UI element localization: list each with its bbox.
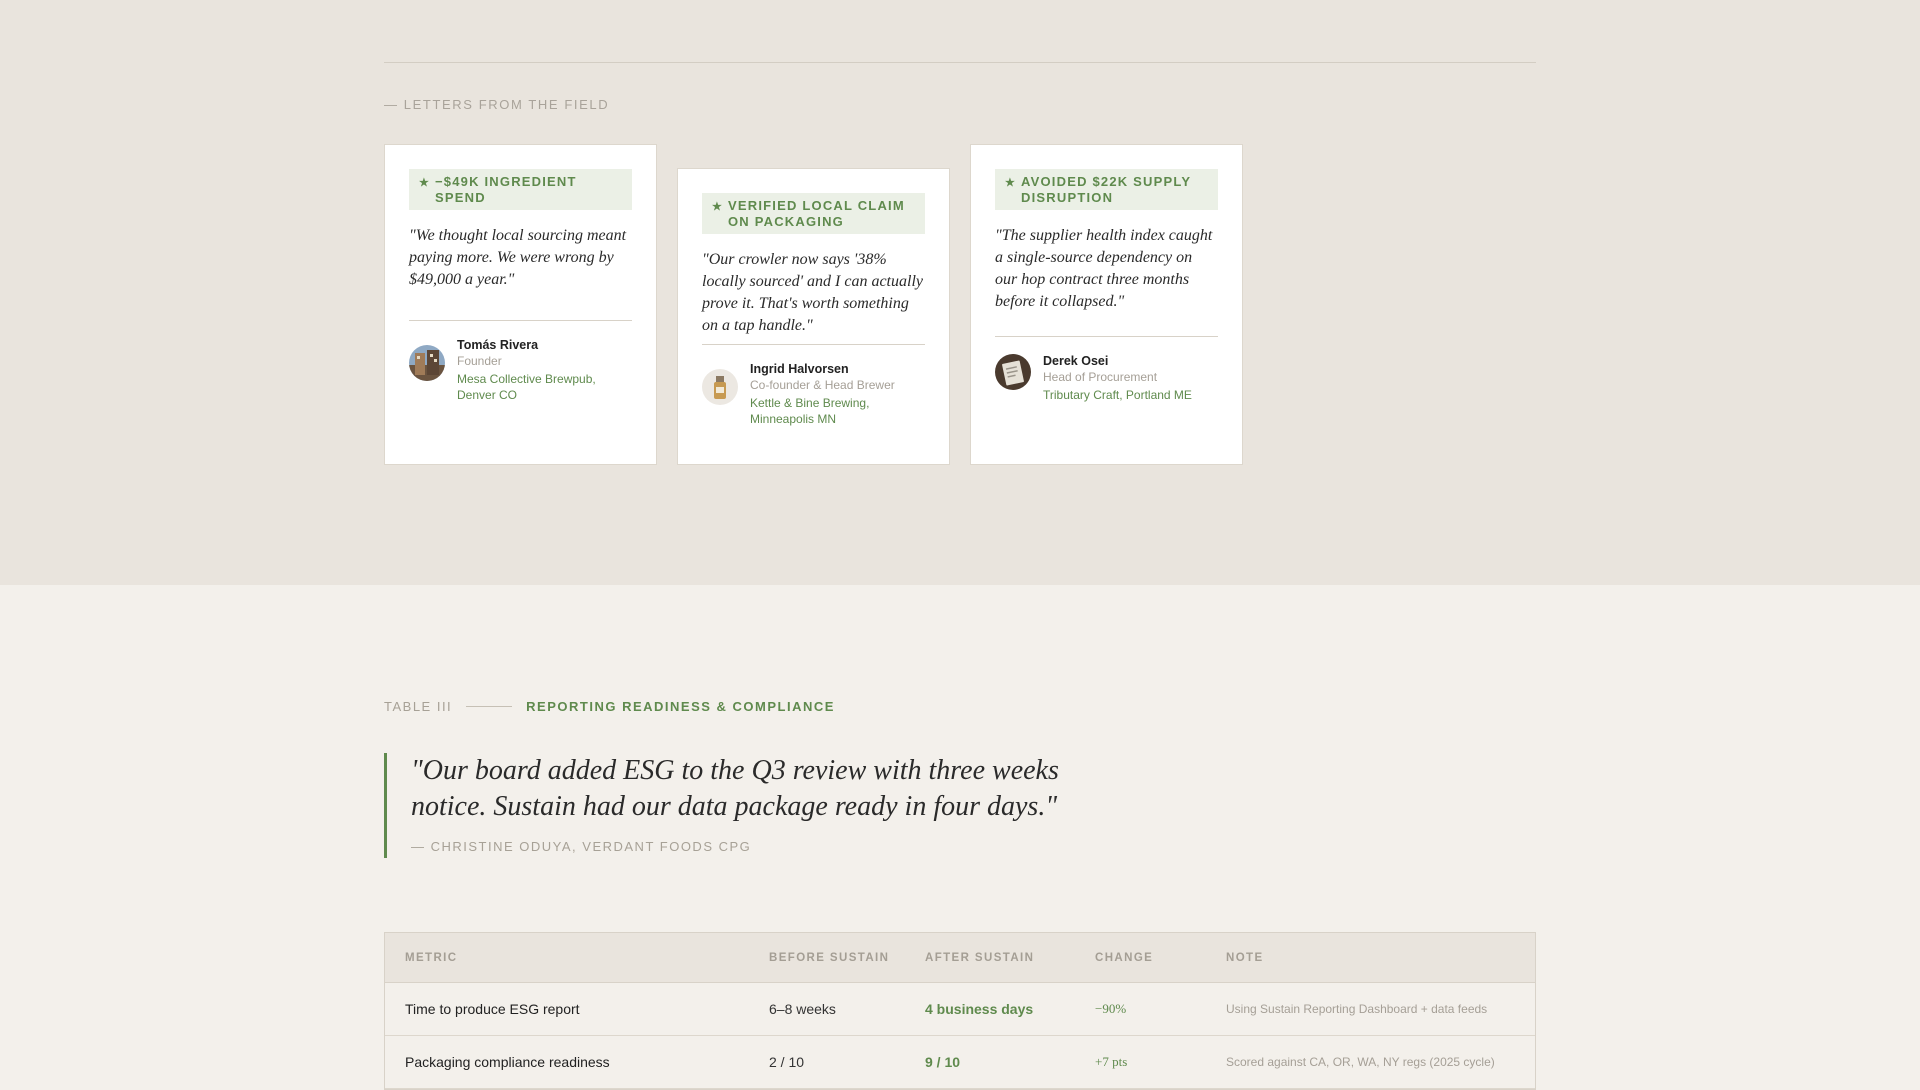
testimonial-quote: "The supplier health index caught a sing… xyxy=(995,227,1213,310)
cell-after: 4 business days xyxy=(925,1001,1034,1017)
card-divider xyxy=(702,344,925,345)
cell-change: +7 pts xyxy=(1095,1054,1128,1069)
author-organization: Tributary Craft, Portland ME xyxy=(1043,388,1192,402)
cell-note: Using Sustain Reporting Dashboard + data… xyxy=(1226,1002,1488,1016)
star-icon: ★ xyxy=(1005,177,1015,189)
testimonial-card-3: ★ AVOIDED $22K SUPPLY DISRUPTION "The su… xyxy=(970,144,1243,465)
cell-before: 2 / 10 xyxy=(769,1054,805,1070)
section-eyebrow: — LETTERS FROM THE FIELD xyxy=(384,97,610,112)
testimonial-quote: "We thought local sourcing meant paying … xyxy=(409,227,627,288)
card-divider xyxy=(995,336,1218,337)
author-organization: Mesa Collective Brewpub, Denver CO xyxy=(457,372,596,402)
badge-label: −$49K INGREDIENT SPEND xyxy=(435,174,577,205)
testimonial-author: Tomás Rivera Founder Mesa Collective Bre… xyxy=(409,337,632,403)
cell-before: 6–8 weeks xyxy=(769,1001,836,1017)
table-title: REPORTING READINESS & COMPLIANCE xyxy=(526,698,835,714)
pull-quote: "Our board added ESG to the Q3 review wi… xyxy=(384,753,1064,858)
compliance-table: METRIC BEFORE SUSTAIN AFTER SUSTAIN CHAN… xyxy=(384,932,1536,1090)
header-metric: METRIC xyxy=(405,951,458,964)
pull-quote-attribution: — CHRISTINE ODUYA, VERDANT FOODS CPG xyxy=(411,839,752,854)
header-note: NOTE xyxy=(1226,951,1264,964)
label-divider xyxy=(466,705,513,707)
testimonials-section: — LETTERS FROM THE FIELD ★ −$49K INGREDI… xyxy=(0,0,1920,585)
cell-metric: Packaging compliance readiness xyxy=(405,1054,610,1070)
avatar xyxy=(702,369,738,405)
cell-after: 9 / 10 xyxy=(925,1054,961,1070)
testimonial-card-1: ★ −$49K INGREDIENT SPEND "We thought loc… xyxy=(384,144,657,465)
header-change: CHANGE xyxy=(1095,951,1154,964)
table-section-label: TABLE III REPORTING READINESS & COMPLIAN… xyxy=(384,697,835,715)
testimonial-author: Ingrid Halvorsen Co-founder & Head Brewe… xyxy=(702,361,925,427)
card-divider xyxy=(409,320,632,321)
table-row: Time to produce ESG report 6–8 weeks 4 b… xyxy=(385,983,1535,1036)
badge-label: AVOIDED $22K SUPPLY DISRUPTION xyxy=(1021,174,1191,205)
author-role: Founder xyxy=(457,354,502,368)
testimonial-author: Derek Osei Head of Procurement Tributary… xyxy=(995,353,1218,403)
header-before: BEFORE SUSTAIN xyxy=(769,951,890,964)
author-role: Head of Procurement xyxy=(1043,370,1158,384)
header-after: AFTER SUSTAIN xyxy=(925,951,1035,964)
cell-change: −90% xyxy=(1095,1001,1127,1016)
testimonial-card-2: ★ VERIFIED LOCAL CLAIM ON PACKAGING "Our… xyxy=(677,168,950,465)
table-row: Packaging compliance readiness 2 / 10 9 … xyxy=(385,1036,1535,1089)
author-role: Co-founder & Head Brewer xyxy=(750,378,895,392)
author-organization: Kettle & Bine Brewing, Minneapolis MN xyxy=(750,396,870,426)
author-name: Tomás Rivera xyxy=(457,338,539,352)
cell-note: Scored against CA, OR, WA, NY regs (2025… xyxy=(1226,1055,1495,1069)
cell-metric: Time to produce ESG report xyxy=(405,1001,580,1017)
result-badge: ★ −$49K INGREDIENT SPEND xyxy=(409,169,632,210)
result-badge: ★ AVOIDED $22K SUPPLY DISRUPTION xyxy=(995,169,1218,210)
star-icon: ★ xyxy=(712,201,722,213)
pull-quote-text: "Our board added ESG to the Q3 review wi… xyxy=(411,755,1059,822)
table-header: METRIC BEFORE SUSTAIN AFTER SUSTAIN CHAN… xyxy=(385,933,1535,983)
avatar xyxy=(995,354,1031,390)
testimonial-quote: "Our crowler now says '38% locally sourc… xyxy=(702,251,923,334)
badge-label: VERIFIED LOCAL CLAIM ON PACKAGING xyxy=(728,198,905,229)
author-name: Ingrid Halvorsen xyxy=(750,362,849,376)
table-number: TABLE III xyxy=(384,698,453,714)
author-name: Derek Osei xyxy=(1043,354,1109,368)
avatar xyxy=(409,345,445,381)
star-icon: ★ xyxy=(419,177,429,189)
section-divider xyxy=(384,62,1536,63)
result-badge: ★ VERIFIED LOCAL CLAIM ON PACKAGING xyxy=(702,193,925,234)
